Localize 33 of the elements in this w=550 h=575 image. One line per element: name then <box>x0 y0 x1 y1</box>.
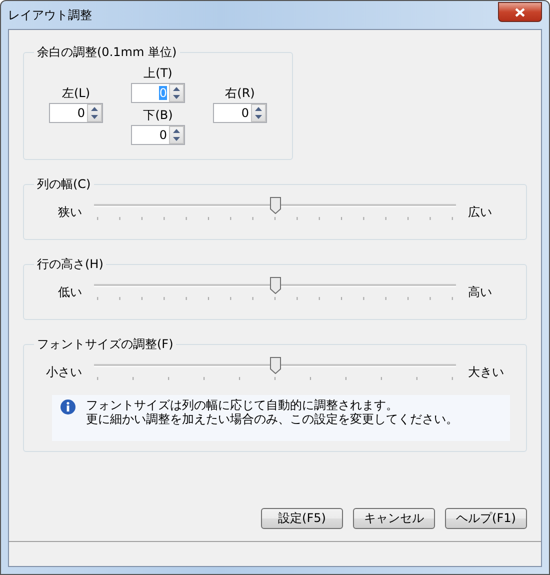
spin-arrows-icon[interactable] <box>169 84 184 102</box>
group-title: フォントサイズの調整(F) <box>36 336 174 353</box>
max-label: 高い <box>468 284 493 300</box>
info-icon <box>60 399 76 415</box>
close-icon <box>515 8 525 16</box>
dialog-button[interactable]: キャンセル <box>353 508 435 529</box>
field-label: 右(R) <box>225 85 255 102</box>
min-label: 狭い <box>57 204 82 220</box>
close-button[interactable] <box>498 2 542 22</box>
field-label: 左(L) <box>62 85 90 102</box>
group-title: 行の高さ(H) <box>36 256 104 273</box>
dialog-button[interactable]: ヘルプ(F1) <box>445 508 527 529</box>
slider-thumb[interactable] <box>270 277 281 294</box>
group-title: 列の幅(C) <box>36 176 92 193</box>
min-label: 低い <box>57 284 82 300</box>
spin-arrows-icon[interactable] <box>251 104 266 122</box>
slider-thumb[interactable] <box>270 357 281 374</box>
info-text: 更に細かい調整を加えたい場合のみ、この設定を変更してください。 <box>86 412 458 427</box>
field-label: 上(T) <box>144 65 172 82</box>
info-text: フォントサイズは列の幅に応じて自動的に調整されます。 <box>86 399 399 412</box>
spin-arrows-icon[interactable] <box>87 104 102 122</box>
number-field[interactable]: 0 <box>131 125 185 145</box>
dialog-button[interactable]: 設定(F5) <box>261 508 343 529</box>
min-label: 小さい <box>45 364 82 380</box>
max-label: 広い <box>468 204 493 220</box>
spin-arrows-icon[interactable] <box>169 126 184 144</box>
slider-thumb[interactable] <box>270 197 281 214</box>
number-field[interactable]: 0 <box>213 103 267 123</box>
number-field[interactable]: 0 <box>49 103 103 123</box>
window-title: レイアウト調整 <box>8 6 92 24</box>
field-label: 下(B) <box>143 107 173 124</box>
max-label: 大きい <box>468 364 505 380</box>
group-title: 余白の調整(0.1mm 単位) <box>36 44 178 61</box>
